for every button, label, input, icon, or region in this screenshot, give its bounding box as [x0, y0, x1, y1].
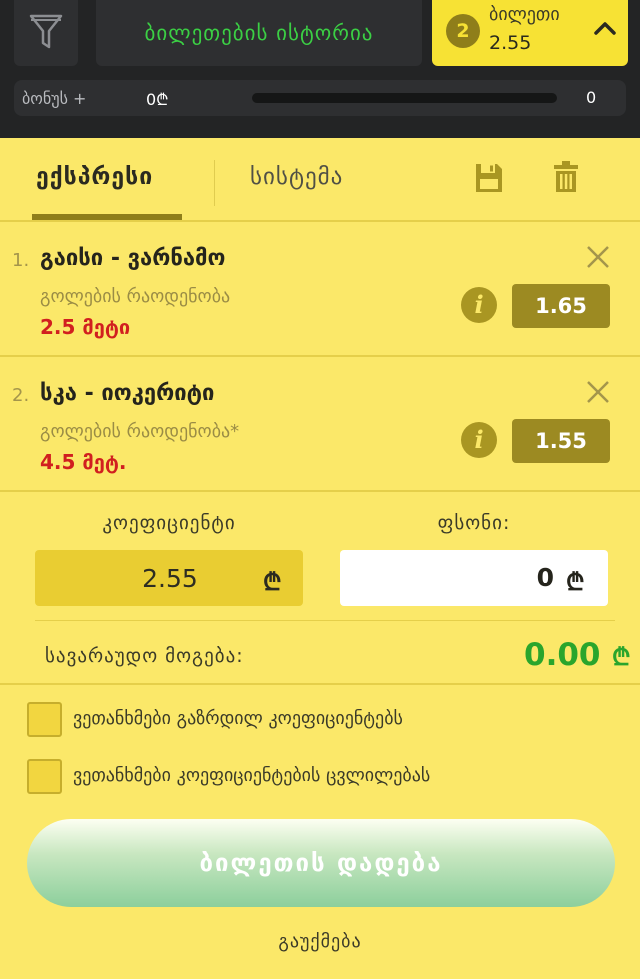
lari-currency-icon: ₾: [263, 568, 282, 596]
accept-higher-odds-label: ვეთანხმები გაზრდილ კოეფიციენტებს: [73, 708, 403, 729]
save-icon[interactable]: [474, 162, 504, 194]
info-icon[interactable]: i: [461, 422, 497, 458]
bet-match-title: გაისი - ვარნამო: [40, 246, 226, 271]
bet-market: გოლების რაოდენობა: [40, 286, 231, 307]
bonus-label: ბონუს +: [22, 89, 87, 108]
cancel-button[interactable]: გაუქმება: [0, 931, 640, 952]
info-icon[interactable]: i: [461, 287, 497, 323]
ticket-total-odds: 2.55: [489, 32, 532, 54]
bet-odds: 1.55: [512, 419, 610, 463]
place-bet-button[interactable]: ბილეთის დადება: [27, 819, 615, 907]
ticket-label: ბილეთი: [489, 4, 560, 25]
bonus-max: 0: [586, 88, 597, 107]
ticket-count-badge: 2: [446, 14, 480, 48]
bet-index: 2.: [12, 385, 30, 406]
stake-input[interactable]: 0 ₾: [340, 550, 608, 606]
bet-match-title: სკა - იოკერიტი: [40, 381, 215, 406]
lari-currency-icon: ₾: [612, 643, 631, 671]
bet-item: 2. სკა - იოკერიტი გოლების რაოდენობა* 4.5…: [0, 357, 640, 492]
close-icon[interactable]: [585, 244, 611, 270]
coefficient-display: 2.55 ₾: [35, 550, 303, 606]
stake-label: ფსონი:: [437, 512, 511, 534]
accept-odds-changes-label: ვეთანხმები კოეფიციენტების ცვლილებას: [73, 765, 431, 786]
accept-odds-changes-option[interactable]: ვეთანხმები კოეფიციენტების ცვლილებას: [27, 759, 617, 795]
bet-selection: 2.5 მეტი: [40, 315, 131, 339]
divider: [0, 683, 640, 685]
top-bar: ბილეთების ისტორია 2 ბილეთი 2.55 ბონუს + …: [0, 0, 640, 138]
chevron-up-icon: [594, 22, 616, 35]
funnel-icon: [29, 14, 63, 49]
bet-market: გოლების რაოდენობა*: [40, 421, 240, 442]
active-tab-indicator: [32, 214, 182, 220]
accept-higher-odds-checkbox[interactable]: [27, 702, 62, 737]
bet-type-tabs: ექსპრესი სისტემა: [0, 138, 640, 222]
accept-higher-odds-option[interactable]: ვეთანხმები გაზრდილ კოეფიციენტებს: [27, 702, 617, 738]
potential-win-value: 0.00: [524, 637, 601, 673]
filter-button[interactable]: [14, 0, 78, 66]
bonus-progress-row: ბონუს + 0₾ 0: [14, 80, 626, 116]
divider: [35, 620, 615, 621]
lari-currency-icon: ₾: [566, 568, 585, 596]
bet-item: 1. გაისი - ვარნამო გოლების რაოდენობა 2.5…: [0, 222, 640, 357]
bonus-progress-bar: [252, 93, 557, 103]
tab-express[interactable]: ექსპრესი: [36, 164, 153, 190]
bet-selection: 4.5 მეტ.: [40, 450, 127, 474]
close-icon[interactable]: [585, 379, 611, 405]
tab-divider: [214, 160, 215, 206]
bonus-value: 0₾: [146, 90, 169, 109]
ticket-history-button[interactable]: ბილეთების ისტორია: [96, 0, 422, 66]
bet-index: 1.: [12, 250, 30, 271]
trash-icon[interactable]: [553, 160, 579, 194]
ticket-summary-toggle[interactable]: 2 ბილეთი 2.55: [432, 0, 628, 66]
potential-win-label: სავარაუდო მოგება:: [45, 645, 244, 667]
coefficient-label: კოეფიციენტი: [102, 512, 236, 534]
tab-system[interactable]: სისტემა: [250, 164, 343, 190]
stake-value: 0: [536, 563, 554, 592]
bet-odds: 1.65: [512, 284, 610, 328]
accept-odds-changes-checkbox[interactable]: [27, 759, 62, 794]
